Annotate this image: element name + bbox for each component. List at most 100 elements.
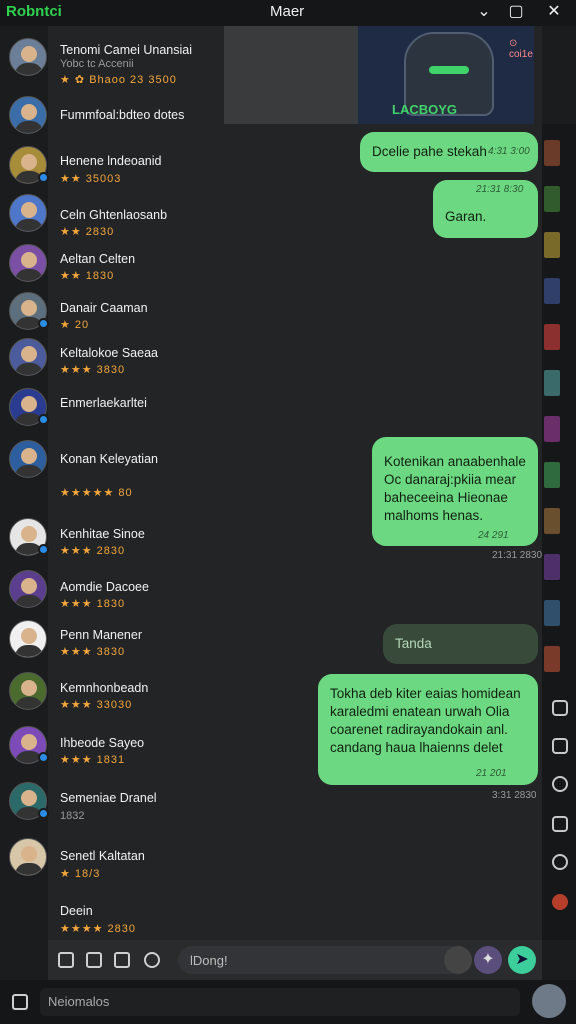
contact-name: Aeltan Celten: [60, 252, 136, 266]
contact-name: Senetl Kaltatan: [60, 849, 145, 863]
thumbnail[interactable]: [544, 232, 560, 258]
image-icon[interactable]: [86, 952, 102, 968]
banner-tag: ⊙ coi1e: [509, 38, 533, 60]
body-icon: [15, 219, 43, 231]
thumbnail[interactable]: [544, 462, 560, 488]
banner-text: LACBOYG: [392, 102, 457, 117]
contact-subtitle: Yobc tc Accenii: [60, 58, 134, 70]
message-timestamp: 3:31 2830: [492, 790, 537, 801]
avatar: [9, 38, 47, 76]
gallery-icon[interactable]: [552, 738, 568, 754]
message-input[interactable]: lDong!: [178, 946, 468, 974]
banner-image: LACBOYG ⊙ coi1e: [224, 26, 534, 124]
message-text: Kotenikan anaabenhale Oc danaraj:pkiia m…: [384, 454, 526, 523]
face-icon: [21, 846, 37, 862]
thumbnail[interactable]: [544, 140, 560, 166]
message-bubble[interactable]: Tanda: [383, 624, 538, 664]
face-icon: [21, 628, 37, 644]
thumbnail-strip[interactable]: [542, 124, 576, 684]
window-title: Maer: [270, 3, 305, 20]
send-button[interactable]: ➤: [508, 946, 536, 974]
message-text: Tokha deb kiter eaias homidean karaledmi…: [330, 686, 521, 755]
robot-visor: [429, 66, 469, 74]
thumbnail[interactable]: [544, 278, 560, 304]
contact-name: Kemnhonbeadn: [60, 681, 149, 695]
avatar-icon[interactable]: [552, 894, 568, 910]
verified-badge-icon: [38, 318, 49, 329]
contact-name: Fummfoal:bdteo dotes: [60, 108, 185, 122]
body-icon: [15, 63, 43, 75]
verified-badge-icon: [38, 544, 49, 555]
verified-badge-icon: [38, 752, 49, 763]
face-icon: [21, 252, 37, 268]
contact-name: Penn Manener: [60, 628, 143, 642]
face-icon: [21, 202, 37, 218]
bottom-bar: Neiomalos: [0, 980, 576, 1024]
message-bubble[interactable]: Kotenikan anaabenhale Oc danaraj:pkiia m…: [372, 437, 538, 546]
body-icon: [15, 863, 43, 875]
contact-list[interactable]: Tenomi Camei Unansiai Yobc tc Accenii ★ …: [0, 26, 230, 940]
add-icon[interactable]: [58, 952, 74, 968]
app-name: Robntci: [6, 3, 62, 20]
message-text: Tanda: [395, 636, 432, 651]
face-icon: [21, 154, 37, 170]
face-icon: [21, 680, 37, 696]
contact-name: Enmerlaekarltei: [60, 396, 147, 410]
export-icon[interactable]: [552, 816, 568, 832]
thumbnail[interactable]: [544, 508, 560, 534]
contact-name: Keltalokoe Saeaa: [60, 346, 158, 360]
banner-shadow: [224, 26, 358, 124]
title-bar: Robntci Maer ⌄ ▢ ✕: [0, 0, 576, 26]
body-icon: [15, 465, 43, 477]
face-icon: [21, 104, 37, 120]
thumbnail[interactable]: [544, 600, 560, 626]
contact-subtitle: 1832: [60, 810, 85, 822]
thumbnail[interactable]: [544, 554, 560, 580]
minimize-button[interactable]: ⌄: [466, 0, 502, 26]
thumbnail[interactable]: [544, 370, 560, 396]
contact-subtitle: ★★★★★ 80: [60, 487, 133, 499]
contact-name: Semeniae Dranel: [60, 791, 157, 805]
message-time: 21:31 8:30: [476, 184, 524, 195]
verified-badge-icon: [38, 808, 49, 819]
thumbnail[interactable]: [544, 416, 560, 442]
face-icon: [21, 396, 37, 412]
camera-icon[interactable]: [444, 946, 472, 974]
contact-name: Celn Ghtenlaosanb: [60, 208, 168, 222]
sparkle-button[interactable]: ✦: [474, 946, 502, 974]
body-icon: [15, 697, 43, 709]
face-icon: [21, 448, 37, 464]
file-icon[interactable]: [114, 952, 130, 968]
close-button[interactable]: ✕: [536, 0, 572, 26]
contact-subtitle: ★★★ 1830: [60, 598, 126, 610]
contact-name: Danair Caaman: [60, 301, 148, 315]
maximize-button[interactable]: ▢: [498, 0, 534, 26]
contact-name: Ihbeode Sayeo: [60, 736, 145, 750]
body-icon: [15, 363, 43, 375]
message-time: 24 291: [478, 530, 509, 541]
avatar: [9, 838, 47, 876]
search-input[interactable]: Neiomalos: [40, 988, 520, 1016]
thumbnail[interactable]: [544, 646, 560, 672]
emoji-icon[interactable]: [144, 952, 160, 968]
side-toolbar[interactable]: [542, 684, 576, 940]
contact-subtitle: ★★ 1830: [60, 270, 115, 282]
face-icon: [21, 790, 37, 806]
contact-subtitle: ★ 18/3: [60, 868, 101, 880]
avatar: [9, 338, 47, 376]
verified-badge-icon: [38, 414, 49, 425]
thumbnail[interactable]: [544, 324, 560, 350]
avatar: [9, 194, 47, 232]
profile-avatar[interactable]: [532, 984, 566, 1018]
help-icon[interactable]: [552, 776, 568, 792]
grid-icon[interactable]: [12, 994, 28, 1010]
message-timestamp: 21:31 2830: [492, 550, 543, 561]
face-icon: [21, 734, 37, 750]
verified-badge-icon: [38, 172, 49, 183]
thumbnail[interactable]: [544, 186, 560, 212]
face-icon: [21, 300, 37, 316]
chat-icon[interactable]: [552, 854, 568, 870]
message-composer: lDong! ✦ ➤: [48, 940, 542, 980]
contact-name: Konan Keleyatian: [60, 452, 158, 466]
document-icon[interactable]: [552, 700, 568, 716]
